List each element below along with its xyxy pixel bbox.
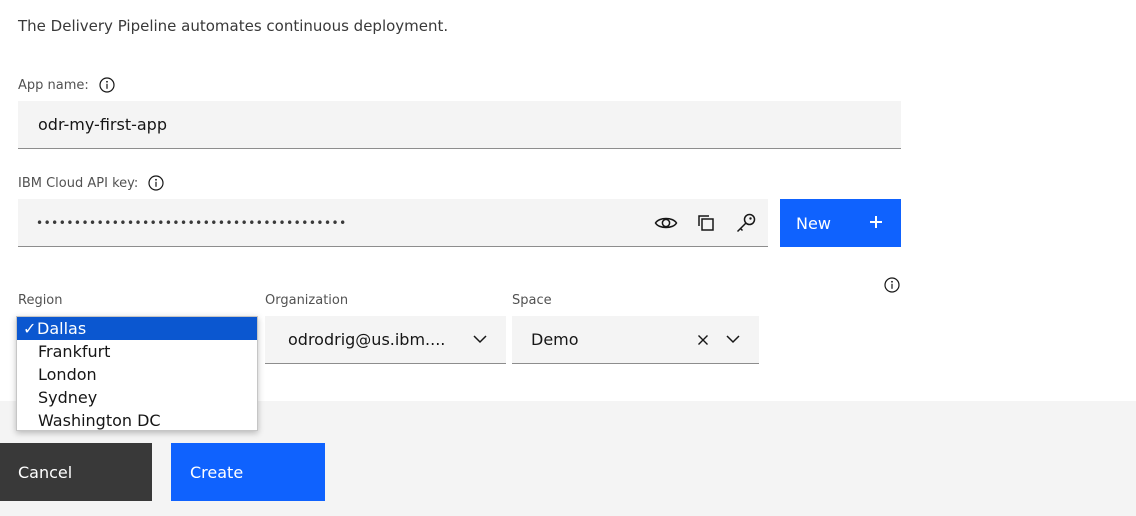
region-option-sydney[interactable]: Sydney [17, 386, 257, 409]
region-option-label: Washington DC [38, 411, 161, 430]
create-button[interactable]: Create [171, 443, 325, 501]
chevron-down-icon[interactable] [468, 328, 492, 352]
region-label: Region [18, 293, 63, 308]
region-dropdown-list: ✓ Dallas Frankfurt London Sydney Washing… [16, 316, 258, 431]
api-key-label-row: IBM Cloud API key: [18, 175, 164, 191]
api-key-label: IBM Cloud API key: [18, 175, 139, 191]
app-name-label-row: App name: [18, 77, 115, 93]
intro-text: The Delivery Pipeline automates continuo… [18, 17, 449, 35]
cancel-button[interactable]: Cancel [0, 443, 152, 501]
region-option-label: Sydney [38, 388, 98, 407]
region-option-dallas[interactable]: ✓ Dallas [17, 317, 257, 340]
region-option-label: Frankfurt [38, 342, 111, 361]
organization-label: Organization [265, 293, 349, 308]
api-key-input[interactable]: ••••••••••••••••••••••••••••••••••••••••… [18, 216, 654, 230]
region-option-label: London [38, 365, 97, 384]
region-option-washington-dc[interactable]: Washington DC [17, 409, 257, 432]
key-icon[interactable] [734, 211, 758, 235]
space-label: Space [512, 293, 552, 308]
region-option-frankfurt[interactable]: Frankfurt [17, 340, 257, 363]
new-button-label: New [796, 213, 831, 233]
info-icon[interactable] [884, 277, 900, 293]
space-value: Demo [531, 330, 579, 349]
space-select[interactable]: Demo [512, 316, 759, 364]
app-name-field[interactable]: odr-my-first-app [18, 101, 901, 149]
copy-icon[interactable] [694, 211, 718, 235]
eye-icon[interactable] [654, 211, 678, 235]
check-icon: ✓ [23, 319, 37, 338]
chevron-down-icon[interactable] [721, 328, 745, 352]
organization-value: odrodrig@us.ibm.... [288, 330, 446, 349]
api-key-field[interactable]: ••••••••••••••••••••••••••••••••••••••••… [18, 199, 768, 247]
app-name-label: App name: [18, 77, 89, 93]
info-icon[interactable] [99, 77, 115, 93]
app-name-input[interactable]: odr-my-first-app [18, 115, 167, 134]
close-icon[interactable] [691, 328, 715, 352]
info-icon[interactable] [148, 175, 164, 191]
new-api-key-button[interactable]: New [780, 199, 901, 247]
organization-select[interactable]: odrodrig@us.ibm.... [265, 316, 506, 364]
region-option-label: Dallas [37, 319, 87, 338]
region-option-london[interactable]: London [17, 363, 257, 386]
plus-icon [869, 214, 883, 233]
